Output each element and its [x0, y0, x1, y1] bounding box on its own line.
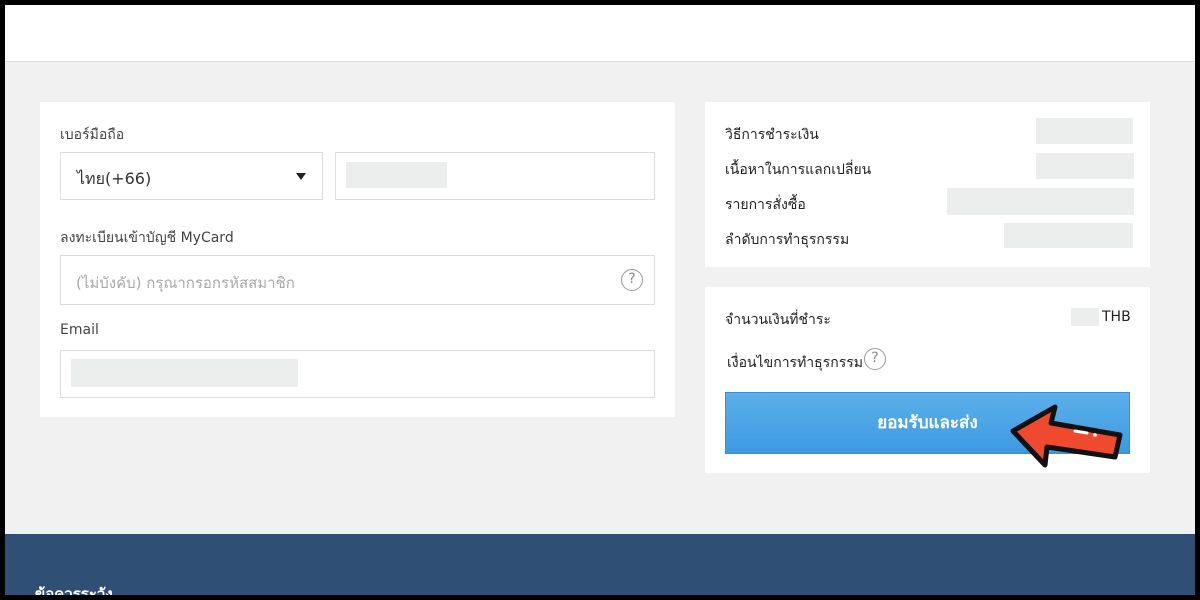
payment-method-label: วิธีการชำระเงิน — [725, 127, 819, 143]
member-id-placeholder: (ไม่บังคับ) กรุณากรอกรหัสสมาชิก — [76, 274, 295, 292]
exchange-content-label: เนื้อหาในการแลกเปลี่ยน — [725, 162, 872, 178]
top-header-bar — [5, 5, 1195, 62]
member-id-input[interactable]: (ไม่บังคับ) กรุณากรอกรหัสสมาชิก ? — [60, 255, 655, 305]
terms-label[interactable]: เงื่อนไขการทำธุรกรรม — [727, 352, 863, 374]
amount-label: จำนวนเงินที่ชำระ — [725, 312, 831, 328]
email-input[interactable] — [60, 350, 655, 398]
phone-label: เบอร์มือถือ — [60, 127, 125, 143]
caret-down-icon — [296, 173, 306, 180]
order-item-label: รายการสั่งซื้อ — [725, 197, 806, 213]
currency-label: THB — [1102, 309, 1131, 325]
page-frame: เบอร์มือถือ ไทย(+66) ลงทะเบียนเข้าบัญชี … — [5, 5, 1195, 595]
footer: ข้อควรระวัง — [5, 534, 1195, 595]
email-label: Email — [60, 322, 99, 338]
order-info-card: วิธีการชำระเงิน เนื้อหาในการแลกเปลี่ยน ร… — [705, 102, 1150, 267]
redacted-order-item — [947, 188, 1134, 215]
country-code-value: ไทย(+66) — [77, 169, 152, 188]
question-circle-icon[interactable]: ? — [621, 269, 643, 291]
country-code-select[interactable]: ไทย(+66) — [60, 152, 323, 200]
transaction-order-label: ลำดับการทำธุรกรรม — [725, 232, 850, 248]
redacted-amount-value — [1071, 308, 1099, 326]
redacted-phone-value — [346, 162, 447, 188]
footer-warning-title: ข้อควรระวัง — [35, 585, 113, 595]
redacted-exchange-content — [1036, 153, 1134, 179]
redacted-transaction-order — [1004, 223, 1133, 248]
contact-form-card: เบอร์มือถือ ไทย(+66) ลงทะเบียนเข้าบัญชี … — [40, 102, 675, 417]
member-label: ลงทะเบียนเข้าบัญชี MyCard — [60, 230, 234, 246]
redacted-payment-method — [1036, 118, 1133, 144]
phone-number-input[interactable] — [335, 152, 655, 200]
question-circle-icon[interactable]: ? — [864, 348, 886, 370]
redacted-email-value — [71, 359, 298, 387]
red-arrow-icon — [1010, 404, 1123, 468]
